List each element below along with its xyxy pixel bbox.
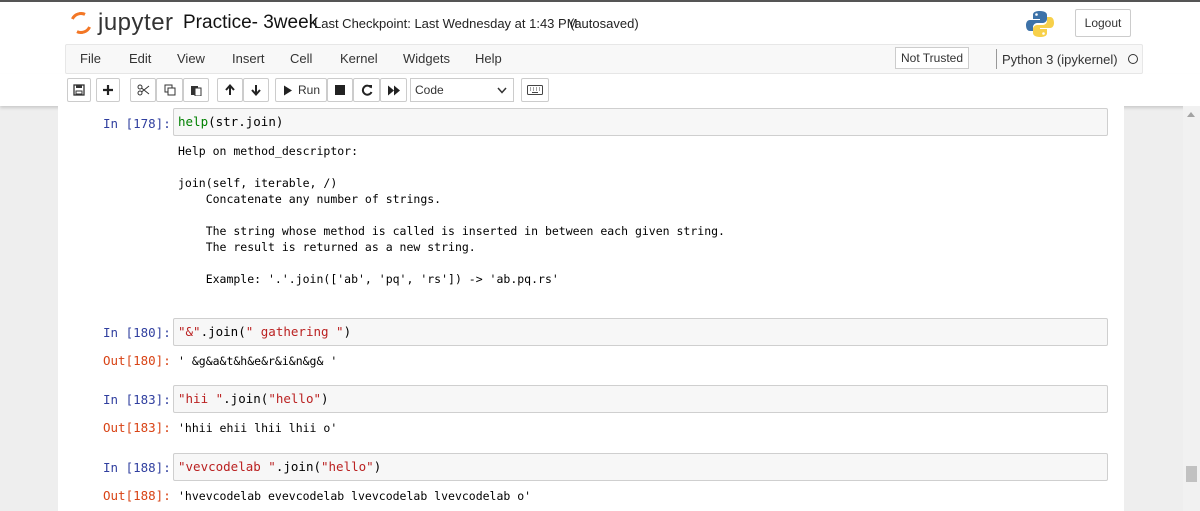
header: jupyter Practice- 3week Last Checkpoint:… [0,0,1200,44]
restart-button[interactable] [353,78,380,102]
interrupt-button[interactable] [327,78,353,102]
code-cell-input[interactable]: "vevcodelab ".join("hello") [173,453,1108,481]
checkpoint-status: Last Checkpoint: Last Wednesday at 1:43 … [314,16,578,31]
paste-button[interactable] [183,78,209,102]
code-cell-input[interactable]: "&".join(" gathering ") [173,318,1108,346]
cell-output-text: 'hvevcodelab evevcodelab lvevcodelab lve… [178,489,532,503]
notebook-name[interactable]: Practice- 3week [183,12,318,34]
input-prompt: In [188]: [103,460,171,475]
python-logo-icon [1026,11,1054,37]
paste-icon [191,86,202,96]
run-label: Run [298,83,321,97]
copy-button[interactable] [156,78,183,102]
restart-icon [361,84,372,96]
cell-type-value: Code [415,83,444,97]
input-prompt: In [178]: [103,116,171,131]
toolbar: Run Code [0,74,1200,106]
output-prompt: Out[183]: [103,420,171,435]
arrow-down-icon [251,85,261,96]
command-palette-button[interactable] [521,78,549,102]
output-prompt: Out[188]: [103,488,171,503]
trust-status-button[interactable]: Not Trusted [895,47,970,69]
cell-output-text: 'hhii ehii lhii lhii o' [178,421,338,435]
cell-output-text: ' &g&a&t&h&e&r&i&n&g& ' [178,354,338,368]
save-button[interactable] [67,78,91,102]
input-prompt: In [183]: [103,392,171,407]
run-button[interactable]: Run [275,78,327,102]
vertical-scrollbar[interactable] [1183,106,1200,511]
fast-forward-icon [387,85,400,95]
insert-cell-button[interactable] [96,78,120,102]
chevron-down-icon [497,87,507,94]
kernel-indicator: Python 3 (ipykernel) [996,49,1138,69]
input-prompt: In [180]: [103,325,171,340]
menu-help[interactable]: Help [475,51,502,66]
cell-output-text: Help on method_descriptor: join(self, it… [178,144,725,286]
stop-icon [335,85,345,95]
kernel-idle-icon [1127,54,1138,64]
cut-button[interactable] [130,78,156,102]
menu-cell[interactable]: Cell [290,51,312,66]
restart-run-all-button[interactable] [380,78,407,102]
jupyter-brand: jupyter [98,9,174,36]
scroll-up-arrow-icon[interactable] [1187,112,1195,117]
menu-view[interactable]: View [177,51,205,66]
play-icon [284,85,292,95]
keyboard-icon [527,85,543,95]
logout-button[interactable]: Logout [1075,9,1131,37]
menu-kernel[interactable]: Kernel [340,51,378,66]
jupyter-logo[interactable]: jupyter [66,8,174,38]
arrow-up-icon [225,84,235,95]
cell-type-select[interactable]: Code [410,78,514,102]
kernel-name: Python 3 (ipykernel) [1002,51,1118,67]
autosave-status: (autosaved) [570,16,639,31]
menu-file[interactable]: File [80,51,101,66]
notebook-container: In [178]: help(str.join) Help on method_… [58,106,1124,511]
plus-icon [103,85,113,95]
move-up-button[interactable] [217,78,243,102]
code-cell-input[interactable]: "hii ".join("hello") [173,385,1108,413]
move-down-button[interactable] [243,78,269,102]
jupyter-logo-icon [66,8,96,38]
menu-container: File Edit View Insert Cell Kernel Widget… [65,44,1143,74]
menu-widgets[interactable]: Widgets [403,51,450,66]
scrollbar-thumb[interactable] [1186,466,1197,482]
scissors-icon [137,84,149,96]
menu-edit[interactable]: Edit [129,51,151,66]
copy-icon [164,84,175,96]
menu-insert[interactable]: Insert [232,51,265,66]
output-prompt: Out[180]: [103,353,171,368]
save-icon [73,84,85,96]
code-cell-input[interactable]: help(str.join) [173,108,1108,136]
